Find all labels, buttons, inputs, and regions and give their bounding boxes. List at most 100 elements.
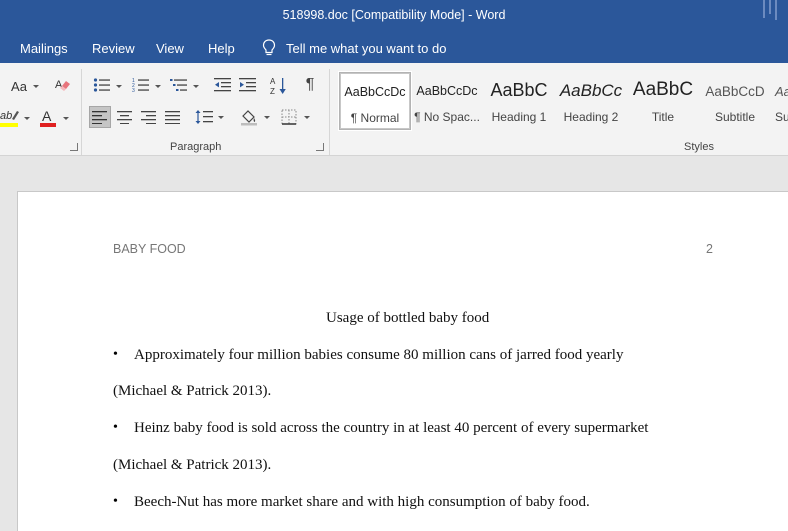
style-heading-1[interactable]: AaBbC Heading 1 [483,72,555,130]
style-name: Title [651,110,675,124]
align-left-button[interactable] [89,106,111,128]
tab-help[interactable]: Help [208,41,235,56]
title-bar: 518998.doc [Compatibility Mode] - Word [0,0,788,33]
change-case-dropdown[interactable] [33,85,39,88]
style-preview: AaBbCc [559,81,623,100]
document-area: BABY FOOD 2 Usage of bottled baby food •… [0,157,788,531]
bullet-line: Approximately four million babies consum… [134,347,624,363]
align-center-button[interactable] [114,106,136,128]
style-name: Su [775,110,788,124]
clear-formatting-button[interactable]: A [52,75,74,95]
style-preview: AaBbCcD [705,84,765,99]
paragraph-dialog-launcher[interactable] [316,143,324,151]
group-separator [329,69,330,155]
justify-icon [165,111,180,124]
sort-button[interactable]: A Z [269,75,289,97]
svg-text:ab: ab [0,110,12,122]
paragraph-group-label: Paragraph [170,141,222,153]
increase-indent-icon [239,78,256,92]
highlight-color-button[interactable]: ab [0,107,20,129]
document-page[interactable]: BABY FOOD 2 Usage of bottled baby food •… [17,191,788,531]
style-no-spacing[interactable]: AaBbCcDc ¶ No Spac... [411,72,483,130]
multilevel-list-button[interactable] [169,75,189,95]
style-name: ¶ Normal [350,111,400,125]
bullets-button[interactable] [92,75,112,95]
page-number: 2 [706,242,713,256]
numbering-button[interactable]: 1 2 3 [131,75,151,95]
style-preview: Aa [775,84,788,99]
style-name: ¶ No Spac... [414,110,480,124]
show-formatting-marks-button[interactable]: ¶ [300,75,320,95]
svg-text:A: A [270,77,276,86]
line-spacing-button[interactable] [193,106,215,128]
style-subtle-emphasis[interactable]: Aa Su [771,72,788,130]
style-title[interactable]: AaBbC Title [627,72,699,130]
bullet-line: Beech-Nut has more market share and with… [134,494,590,510]
bullet-line: Heinz baby food is sold across the count… [134,420,649,436]
highlighter-icon: ab [0,110,19,127]
style-normal[interactable]: AaBbCcDc ¶ Normal [338,71,412,131]
tell-me-text: Tell me what you want to do [286,40,447,56]
increase-indent-button[interactable] [238,75,258,95]
tab-mailings[interactable]: Mailings [20,41,68,56]
svg-text:A: A [42,108,52,124]
numbering-dropdown[interactable] [155,85,161,88]
style-name: Heading 1 [491,110,547,124]
svg-text:Z: Z [270,87,275,96]
font-color-button[interactable]: A [38,107,58,129]
highlight-dropdown[interactable] [24,117,30,120]
svg-text:3: 3 [132,88,135,93]
multilevel-dropdown[interactable] [193,85,199,88]
bullet-marker: • [113,347,118,362]
borders-icon [281,109,297,125]
tab-review[interactable]: Review [92,41,135,56]
lightbulb-icon [262,39,276,56]
line-spacing-icon [195,110,213,124]
pilcrow-icon: ¶ [305,76,315,93]
align-center-icon [117,111,132,124]
shading-dropdown[interactable] [264,116,270,119]
shading-button[interactable] [238,106,260,128]
bullet-line: (Michael & Patrick 2013). [113,383,272,399]
window-corner-icon [763,0,777,20]
decrease-indent-button[interactable] [213,75,233,95]
bullet-line: (Michael & Patrick 2013). [113,457,272,473]
tab-view[interactable]: View [156,41,184,56]
style-preview: AaBbC [632,79,694,100]
bullet-marker: • [113,420,118,435]
running-header: BABY FOOD [113,242,186,256]
font-dialog-launcher[interactable] [70,143,78,151]
group-separator [81,69,82,155]
font-color-icon: A [40,108,56,127]
style-name: Heading 2 [563,110,619,124]
align-left-icon [92,111,107,124]
bullets-dropdown[interactable] [116,85,122,88]
align-right-button[interactable] [138,106,160,128]
styles-group-label: Styles [684,141,714,153]
style-heading-2[interactable]: AaBbCc Heading 2 [555,72,627,130]
multilevel-list-icon [170,79,187,91]
font-color-dropdown[interactable] [63,117,69,120]
line-spacing-dropdown[interactable] [218,116,224,119]
style-preview: AaBbCcDc [416,84,478,98]
borders-button[interactable] [278,106,300,128]
change-case-label: Aa [11,78,27,94]
borders-dropdown[interactable] [304,116,310,119]
style-preview: AaBbCcDc [344,85,406,99]
numbered-list-icon: 1 2 3 [132,78,149,93]
tell-me-search[interactable]: Tell me what you want to do [262,37,446,59]
paint-bucket-icon [241,110,257,126]
change-case-button[interactable]: Aa [8,77,30,95]
style-name: Subtitle [714,110,756,124]
decrease-indent-icon [214,78,231,92]
style-preview: AaBbC [490,80,548,100]
document-title: Usage of bottled baby food [326,310,490,326]
window-title: 518998.doc [Compatibility Mode] - Word [282,8,506,22]
eraser-icon: A [55,79,70,91]
justify-button[interactable] [162,106,184,128]
ribbon: Aa A ab A 1 2 3 A Z ¶ Paragraph AaBbCcDc… [0,63,788,156]
style-subtitle[interactable]: AaBbCcD Subtitle [699,72,771,130]
sort-icon: A Z [270,77,286,96]
align-right-icon [141,111,156,124]
bullet-marker: • [113,494,118,509]
